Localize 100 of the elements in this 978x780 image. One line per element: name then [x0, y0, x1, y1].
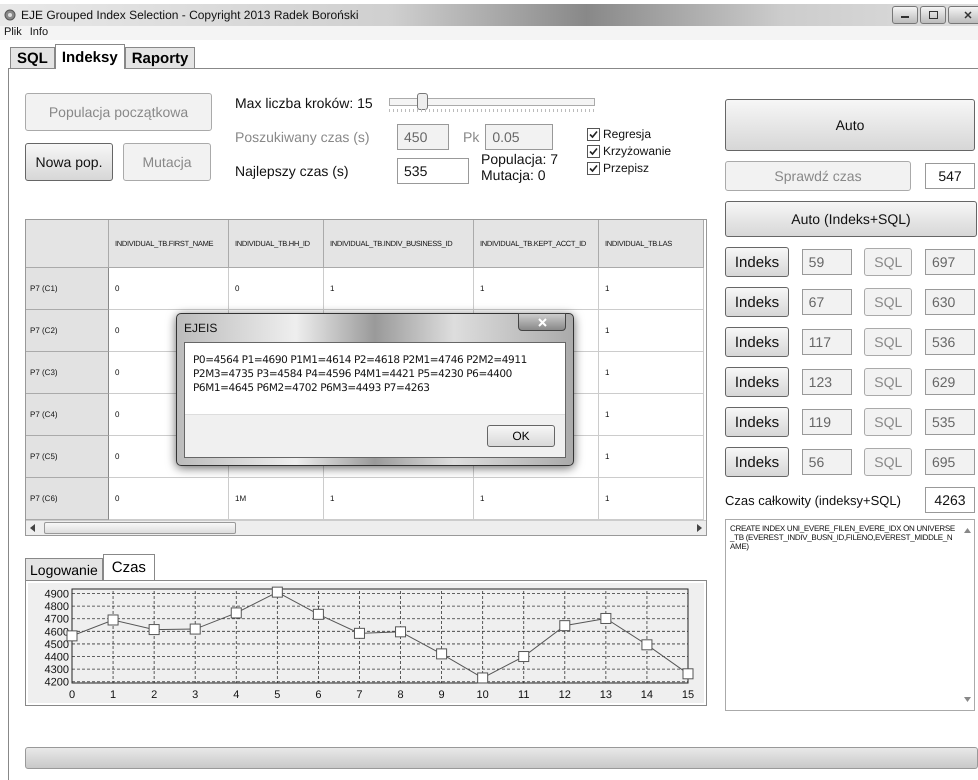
- y-tick-label: 4700: [44, 614, 69, 626]
- data-point: [354, 628, 365, 639]
- row-header[interactable]: P7 (C6): [26, 478, 109, 520]
- checkbox-box[interactable]: [587, 144, 600, 158]
- table-cell: 1: [324, 268, 474, 310]
- table-cell: 0: [229, 268, 324, 310]
- dialog-title: EJEIS: [184, 321, 218, 335]
- row-header[interactable]: P7 (C1): [26, 268, 109, 310]
- row-header[interactable]: P7 (C3): [26, 352, 109, 394]
- table-cell: 1: [599, 310, 704, 352]
- row-header[interactable]: P7 (C2): [26, 310, 109, 352]
- index-button[interactable]: Indeks: [725, 367, 789, 397]
- data-point: [108, 614, 119, 626]
- data-point: [436, 648, 448, 660]
- checkbox[interactable]: Regresja: [587, 127, 672, 141]
- close-button[interactable]: [518, 313, 566, 331]
- checkbox[interactable]: Przepisz: [587, 161, 672, 175]
- minimize-button[interactable]: [892, 6, 918, 24]
- index-time-field[interactable]: 123: [802, 369, 852, 395]
- data-point: [559, 620, 570, 632]
- sql-time-field[interactable]: 535: [924, 409, 975, 435]
- x-tick-label: 0: [68, 689, 76, 701]
- table-cell: 1: [474, 268, 599, 310]
- window-title: EJE Grouped Index Selection - Copyright 2013 Radek Boroński: [21, 8, 359, 22]
- index-time-field[interactable]: 56: [802, 449, 852, 475]
- sql-time-field[interactable]: 629: [924, 369, 975, 395]
- sql-time-field[interactable]: 536: [924, 329, 975, 355]
- row-header[interactable]: P7 (C4): [26, 394, 109, 436]
- checkbox[interactable]: Krzyżowanie: [587, 144, 672, 158]
- x-tick-label: 15: [682, 689, 694, 701]
- data-point: [641, 639, 652, 650]
- index-button[interactable]: Indeks: [725, 327, 789, 357]
- data-point: [312, 608, 324, 620]
- data-point: [682, 668, 694, 680]
- x-tick-label: 8: [397, 689, 404, 701]
- x-tick-label: 3: [192, 689, 198, 701]
- tab[interactable]: Czas: [102, 554, 155, 580]
- data-point: [600, 612, 612, 624]
- y-tick-label: 4200: [44, 676, 69, 689]
- x-tick-label: 5: [274, 689, 280, 701]
- maximize-button[interactable]: [920, 6, 946, 24]
- x-tick-label: 4: [233, 689, 240, 701]
- auto-index-sql-button[interactable]: Auto (Indeks+SQL): [725, 201, 977, 237]
- menu-item[interactable]: Info: [30, 26, 48, 40]
- steps-slider[interactable]: [388, 92, 595, 114]
- gear-icon: [4, 9, 16, 21]
- best-time-field[interactable]: 535: [397, 158, 469, 184]
- left-arrow-icon: [30, 524, 36, 532]
- index-time-field[interactable]: 119: [802, 409, 852, 435]
- scroll-thumb[interactable]: [44, 522, 236, 534]
- close-button[interactable]: [948, 6, 978, 24]
- sql-text-area[interactable]: CREATE INDEX UNI_EVERE_FILEN_EVERE_IDX ON UNIVERSE_TB (EVEREST_INDIV_BUSN_ID,FILENO,EVEREST_MIDDLE_NAME): [725, 519, 975, 711]
- x-tick-label: 13: [600, 689, 612, 701]
- index-button[interactable]: Indeks: [725, 407, 789, 437]
- x-tick-label: 9: [438, 689, 445, 701]
- index-time-field[interactable]: 117: [802, 329, 852, 355]
- index-button[interactable]: Indeks: [725, 247, 789, 277]
- data-point: [230, 607, 242, 618]
- row-header[interactable]: P7 (C5): [26, 436, 109, 478]
- population-label: Populacja: 7: [481, 151, 558, 167]
- table-cell: 1: [599, 394, 704, 436]
- data-point: [395, 626, 406, 638]
- new-population-button[interactable]: Nowa pop.: [25, 143, 113, 181]
- index-button[interactable]: Indeks: [725, 287, 789, 317]
- data-point: [518, 651, 530, 662]
- x-tick-label: 10: [476, 689, 489, 701]
- y-tick-label: 4800: [44, 601, 69, 614]
- data-point: [148, 624, 160, 636]
- sql-time-field[interactable]: 630: [924, 289, 975, 315]
- ok-button[interactable]: OK: [487, 425, 555, 447]
- horizontal-scrollbar[interactable]: [26, 520, 706, 535]
- right-arrow-icon: [696, 524, 702, 532]
- tab[interactable]: Raporty: [124, 47, 196, 68]
- total-time-label: Czas całkowity (indeksy+SQL): [725, 492, 901, 508]
- tab[interactable]: Logowanie: [25, 558, 103, 580]
- y-tick-label: 4500: [44, 638, 69, 651]
- table-cell: 1: [599, 436, 704, 478]
- y-tick-label: 4300: [44, 664, 69, 676]
- slider-thumb[interactable]: [416, 93, 428, 110]
- max-steps-label: Max liczba kroków: 15: [235, 95, 373, 111]
- menu-item[interactable]: Plik: [4, 26, 22, 40]
- table-cell: 1: [599, 352, 704, 394]
- index-time-field[interactable]: 59: [802, 249, 852, 275]
- sql-text: CREATE INDEX UNI_EVERE_FILEN_EVERE_IDX ON UNIVERSE_TB (EVEREST_INDIV_BUSN_ID,FILENO,EVEREST_MIDDLE_NAME): [728, 523, 956, 553]
- table-cell: 0: [109, 268, 229, 310]
- index-button[interactable]: Indeks: [725, 447, 789, 477]
- tab[interactable]: Indeksy: [54, 44, 125, 69]
- sql-time-field[interactable]: 695: [924, 449, 975, 475]
- mutation-count-label: Mutacja: 0: [481, 167, 547, 183]
- data-point: [477, 672, 488, 684]
- x-tick-label: 14: [640, 689, 654, 701]
- total-time-field[interactable]: 4263: [925, 487, 975, 513]
- tab[interactable]: SQL: [10, 47, 55, 68]
- auto-button[interactable]: Auto: [725, 99, 975, 151]
- checkbox-box[interactable]: [587, 162, 600, 174]
- sql-time-field[interactable]: 697: [924, 249, 975, 275]
- data-point: [66, 630, 78, 642]
- x-tick-label: 11: [518, 689, 530, 701]
- index-time-field[interactable]: 67: [802, 289, 852, 315]
- checkbox-box[interactable]: [587, 128, 600, 140]
